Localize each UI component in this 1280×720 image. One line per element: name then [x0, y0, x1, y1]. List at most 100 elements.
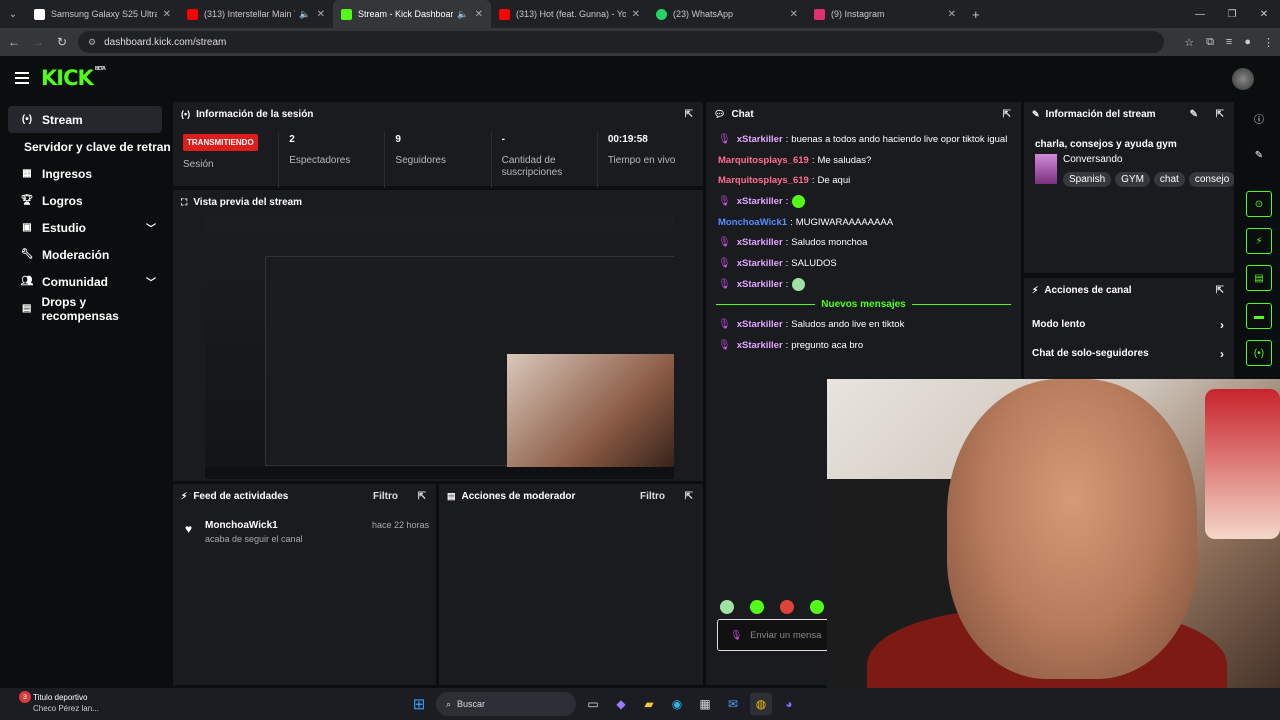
hamburger-menu-icon[interactable] — [15, 72, 29, 84]
browser-menu-icon[interactable]: ⋮ — [1263, 36, 1274, 49]
panel-title: Acciones de canal — [1044, 284, 1132, 296]
edit-pencil-icon[interactable]: ✎ — [1246, 142, 1272, 168]
back-icon[interactable]: ← — [2, 28, 26, 56]
tab-search-button[interactable]: ⌄ — [0, 0, 26, 28]
filter-button[interactable]: Filtro — [640, 491, 665, 502]
tab-samsung[interactable]: Samsung Galaxy S25 Ultra Neg ✕ — [26, 0, 179, 28]
close-tab-icon[interactable]: ✕ — [163, 9, 171, 20]
filter-button[interactable]: Filtro — [373, 491, 398, 502]
site-info-icon[interactable]: ⚙ — [88, 37, 96, 48]
chevron-down-icon[interactable]: ﹀ — [146, 274, 156, 289]
chevron-down-icon[interactable]: ﹀ — [146, 220, 156, 235]
close-tab-icon[interactable]: ✕ — [948, 9, 956, 20]
edit-icon[interactable]: ✎ — [1190, 109, 1198, 120]
popout-icon[interactable]: ⇱ — [1216, 285, 1224, 296]
sidebar-item-drops[interactable]: ▤ Drops y recompensas — [8, 295, 162, 323]
tab-kick-dashboard[interactable]: Stream - Kick Dashboard 🔈 ✕ — [333, 0, 491, 28]
chat-username[interactable]: xStarkiller — [737, 340, 783, 351]
sidebar-item-moderacion[interactable]: 🔧︎ Moderación — [8, 241, 162, 268]
copilot-icon[interactable]: ◆ — [610, 693, 632, 715]
kick-logo[interactable]: KICK BETA — [41, 66, 106, 90]
tab-instagram[interactable]: (9) Instagram ✕ — [806, 0, 964, 28]
chat-message-input[interactable]: 🎙︎ Enviar un mensa — [717, 619, 837, 651]
stream-preview-video[interactable] — [205, 216, 674, 479]
chat-username[interactable]: MonchoaWick1 — [718, 217, 787, 228]
chat-username[interactable]: xStarkiller — [737, 196, 783, 207]
profile-icon[interactable]: ● — [1244, 36, 1251, 48]
edge-icon[interactable]: ◉ — [666, 693, 688, 715]
new-tab-button[interactable]: + — [964, 0, 988, 28]
sidebar-item-comunidad[interactable]: 👥︎ Comunidad ﹀ — [8, 268, 162, 295]
sidebar-item-logros[interactable]: 🏆︎ Logros — [8, 187, 162, 214]
media-control-icon[interactable]: ≡ — [1226, 36, 1232, 48]
discord-icon[interactable]: ◕ — [778, 693, 800, 715]
trophy-icon: 🏆︎ — [20, 195, 34, 206]
speaker-icon[interactable]: 🔈 — [457, 9, 468, 20]
emote-icon[interactable] — [780, 600, 794, 614]
close-tab-icon[interactable]: ✕ — [632, 9, 640, 20]
file-explorer-icon[interactable]: ▰ — [638, 693, 660, 715]
close-window-icon[interactable]: ✕ — [1248, 0, 1280, 28]
tab-whatsapp[interactable]: (23) WhatsApp ✕ — [648, 0, 806, 28]
action-slow-mode[interactable]: Modo lento › — [1024, 310, 1234, 339]
speaker-icon[interactable]: 🔈 — [299, 9, 310, 20]
emote-icon[interactable] — [810, 600, 824, 614]
tab-interstellar[interactable]: (313) Interstellar Main Them 🔈 ✕ — [179, 0, 333, 28]
tag[interactable]: chat — [1153, 172, 1185, 187]
tag[interactable]: consejo — [1188, 172, 1234, 187]
clip-icon[interactable]: ⊙ — [1246, 191, 1272, 217]
chat-bubble-icon[interactable]: ▬ — [1246, 303, 1272, 329]
chat-username[interactable]: xStarkiller — [737, 258, 783, 269]
popout-icon[interactable]: ⇱ — [1216, 109, 1224, 120]
category-thumbnail[interactable] — [1035, 154, 1057, 184]
close-tab-icon[interactable]: ✕ — [317, 9, 325, 20]
info-icon[interactable]: ⓘ — [1246, 105, 1272, 131]
stream-category[interactable]: Conversando — [1063, 154, 1234, 165]
chat-username[interactable]: Marquitosplays_619 — [718, 175, 809, 186]
taskbar-search[interactable]: ⌕ Buscar — [436, 692, 576, 716]
chat-username[interactable]: Marquitosplays_619 — [718, 155, 809, 166]
task-view-icon[interactable]: ▭ — [582, 693, 604, 715]
panel-title: Acciones de moderador — [461, 490, 576, 502]
store-icon[interactable]: ▦ — [694, 693, 716, 715]
clipboard-icon: ▤ — [447, 490, 456, 501]
windows-start-icon[interactable]: ⊞ — [408, 693, 430, 715]
broadcast-icon[interactable]: (•) — [1246, 340, 1272, 366]
chat-username[interactable]: xStarkiller — [737, 319, 783, 330]
user-avatar[interactable] — [1232, 68, 1254, 90]
sidebar-item-server-key[interactable]: Servidor y clave de retransmisión — [8, 133, 170, 160]
sidebar-item-stream[interactable]: (•) Stream — [8, 106, 162, 133]
feed-user[interactable]: MonchoaWick1 — [205, 520, 278, 531]
address-bar[interactable]: ⚙ dashboard.kick.com/stream — [78, 31, 1164, 53]
news-widget[interactable]: Titulo deportivo Checo Pérez lan... — [33, 692, 99, 714]
popout-icon[interactable]: ⇱ — [418, 491, 426, 502]
action-followers-only-chat[interactable]: Chat de solo-seguidores › — [1024, 339, 1234, 368]
bookmark-star-icon[interactable]: ☆ — [1184, 36, 1194, 49]
chat-username[interactable]: xStarkiller — [737, 237, 783, 248]
popout-icon[interactable]: ⇱ — [1003, 109, 1011, 120]
extensions-icon[interactable]: ⧉ — [1206, 36, 1214, 49]
reload-icon[interactable]: ↻ — [50, 28, 74, 56]
emote-icon[interactable] — [750, 600, 764, 614]
minimize-icon[interactable]: — — [1184, 0, 1216, 28]
chrome-icon[interactable]: ◍ — [750, 693, 772, 715]
chat-username[interactable]: xStarkiller — [737, 279, 783, 290]
clipboard-icon[interactable]: ▤ — [1246, 265, 1272, 291]
popout-icon[interactable]: ⇱ — [685, 109, 693, 120]
sidebar-item-estudio[interactable]: ▣ Estudio ﹀ — [8, 214, 162, 241]
youtube-favicon-icon — [499, 8, 510, 20]
new-messages-divider[interactable]: Nuevos mensajes — [706, 295, 1021, 315]
popout-icon[interactable]: ⇱ — [685, 491, 693, 502]
chat-username[interactable]: xStarkiller — [737, 134, 783, 145]
mail-icon[interactable]: ✉ — [722, 693, 744, 715]
restore-icon[interactable]: ❐ — [1216, 0, 1248, 28]
close-tab-icon[interactable]: ✕ — [790, 9, 798, 20]
tag[interactable]: GYM — [1115, 172, 1150, 187]
lightning-icon[interactable]: ⚡︎ — [1246, 228, 1272, 254]
close-tab-icon[interactable]: ✕ — [475, 9, 483, 20]
sidebar-item-ingresos[interactable]: ▦ Ingresos — [8, 160, 162, 187]
forward-icon[interactable]: → — [26, 28, 50, 56]
emote-icon[interactable] — [720, 600, 734, 614]
tag[interactable]: Spanish — [1063, 172, 1112, 187]
tab-hot-gunna[interactable]: (313) Hot (feat. Gunna) - YouTu ✕ — [491, 0, 648, 28]
